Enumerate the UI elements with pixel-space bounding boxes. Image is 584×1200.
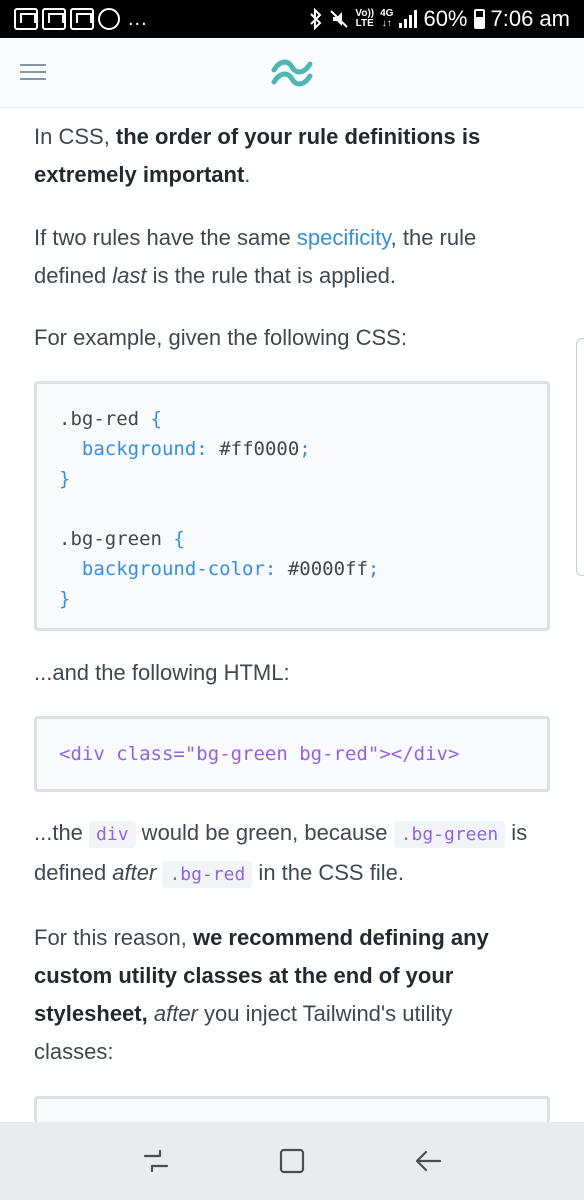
battery-percent: 60% xyxy=(423,6,468,31)
italic-text: last xyxy=(112,263,147,288)
clock: 7:06 am xyxy=(490,6,571,31)
text: is the rule that is applied. xyxy=(146,263,397,288)
code-semicolon: ; xyxy=(367,558,380,580)
italic-text: after xyxy=(112,860,157,885)
system-status: Vo)) LTE 4G ↓↑ 60% 7:06 am xyxy=(309,6,570,32)
code-semicolon: ; xyxy=(299,438,311,460)
app-header xyxy=(0,38,584,108)
specificity-link[interactable]: specificity xyxy=(297,225,391,250)
text: would be green, because xyxy=(135,820,394,845)
bluetooth-icon xyxy=(310,8,322,30)
text: If two rules have the same xyxy=(34,225,297,250)
more-notifications-indicator: ... xyxy=(128,7,148,30)
paragraph-example-intro: For example, given the following CSS: xyxy=(34,325,407,350)
code-brace: } xyxy=(59,588,71,610)
lte-label: LTE xyxy=(355,18,374,29)
code-brace: { xyxy=(150,408,162,430)
html-tag: <div xyxy=(59,743,105,765)
css-code-block: .bg-red { background: #ff0000; } .bg-gre… xyxy=(34,381,550,631)
css-value: #0000ff xyxy=(287,558,368,580)
html-attr: class= xyxy=(104,743,185,765)
code-block-partial xyxy=(34,1096,550,1122)
text: For this reason, xyxy=(34,925,193,950)
whatsapp-icon xyxy=(98,8,120,30)
network-type: 4G ↓↑ xyxy=(380,9,393,29)
inline-code: .bg-green xyxy=(393,821,506,848)
css-value: #ff0000 xyxy=(219,438,300,460)
mail-notification-icon xyxy=(42,8,66,30)
css-selector: .bg-red xyxy=(59,408,140,430)
recent-apps-icon[interactable] xyxy=(141,1146,171,1176)
mail-notification-icon xyxy=(14,8,38,30)
back-icon[interactable] xyxy=(413,1146,443,1176)
html-string: "bg-green bg-red" xyxy=(184,743,380,765)
status-bar: ... Vo)) LTE 4G ↓↑ 60% 7:06 am xyxy=(0,0,584,38)
text: . xyxy=(244,162,251,187)
mail-notification-icon xyxy=(70,8,94,30)
css-property: background: xyxy=(81,438,208,460)
css-property: background-color: xyxy=(81,558,277,580)
text: In CSS, xyxy=(34,124,116,149)
tailwind-logo-icon[interactable] xyxy=(270,58,314,88)
system-nav-bar xyxy=(0,1122,584,1200)
edge-panel-handle[interactable] xyxy=(576,338,584,576)
html-code-block: <div class="bg-green bg-red"></div> xyxy=(34,716,550,792)
hamburger-icon[interactable] xyxy=(20,64,46,84)
code-brace: } xyxy=(59,468,71,490)
paragraph-result: ...the div would be green, because .bg-g… xyxy=(34,814,550,894)
italic-text: after xyxy=(153,1001,198,1026)
battery-icon xyxy=(473,9,485,29)
paragraph-specificity: If two rules have the same specificity, … xyxy=(34,219,524,295)
text: ...the xyxy=(34,820,90,845)
inline-code: .bg-red xyxy=(162,861,253,888)
text: in the CSS file. xyxy=(252,860,404,885)
article-content: In CSS, the order of your rule definitio… xyxy=(34,108,550,1122)
paragraph-order-importance: In CSS, the order of your rule definitio… xyxy=(34,118,514,194)
code-brace: { xyxy=(173,528,185,550)
html-tag: ></div> xyxy=(379,743,460,765)
paragraph-html-intro: ...and the following HTML: xyxy=(34,660,290,685)
signal-icon xyxy=(399,10,418,28)
volte-indicator: Vo)) LTE xyxy=(355,9,374,29)
home-icon[interactable] xyxy=(277,1146,307,1176)
mute-icon xyxy=(330,10,349,28)
data-arrows-icon: ↓↑ xyxy=(381,18,392,29)
inline-code: div xyxy=(89,821,136,848)
paragraph-recommendation: For this reason, we recommend defining a… xyxy=(34,919,524,1071)
css-selector: .bg-green xyxy=(59,528,162,550)
notification-icons: ... xyxy=(14,8,148,31)
